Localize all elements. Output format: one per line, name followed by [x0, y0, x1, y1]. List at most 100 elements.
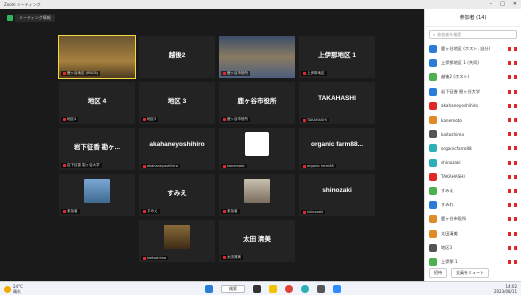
search-icon: ⌕	[433, 32, 436, 37]
edge-icon[interactable]	[301, 285, 309, 293]
camera-off-icon	[514, 188, 517, 193]
tile-label-text: organic farm88	[307, 164, 334, 168]
minimize-button[interactable]: –	[490, 1, 493, 7]
start-icon[interactable]	[205, 285, 213, 293]
participant-row[interactable]: 岩下征香 勘ヶ谷大学	[425, 85, 521, 99]
tile-name-label: 上伊那地区	[301, 71, 327, 76]
participant-avatar	[429, 144, 437, 153]
participant-status-icons	[508, 103, 517, 108]
chrome-icon[interactable]	[285, 285, 293, 293]
muted-mic-icon	[508, 118, 511, 123]
muted-mic-icon	[508, 47, 511, 52]
video-tile[interactable]: 地区 4 地区4	[59, 82, 135, 124]
participant-status-icons	[508, 203, 517, 208]
video-tile[interactable]: kaitoshima	[139, 220, 215, 262]
participant-row[interactable]: 太田清美	[425, 226, 521, 240]
participant-row[interactable]: kanemoto	[425, 113, 521, 127]
video-tile[interactable]: 鹿ヶ谷市役所	[219, 36, 295, 78]
participant-row[interactable]: shinozaki	[425, 156, 521, 170]
tile-name-label: TAKAHASHI	[301, 118, 329, 122]
participant-row[interactable]: すみえ	[425, 184, 521, 198]
video-tile[interactable]: 鹿ヶ谷地区 (RBCB)	[58, 35, 136, 79]
weather-widget[interactable]: 24°C 晴れ	[4, 284, 23, 295]
tile-label-text: 地区4	[67, 117, 77, 121]
windows-taskbar: 24°C 晴れ 検索 14:02 2023/08/11	[0, 281, 521, 295]
tile-name-label: organic farm88	[301, 164, 336, 168]
invite-button[interactable]: 招待	[429, 268, 447, 278]
participant-search-input[interactable]: ⌕ 参加者を検索	[429, 30, 517, 39]
participant-row[interactable]: すみれ	[425, 198, 521, 212]
video-tile[interactable]: 越後2	[139, 36, 215, 78]
participant-name: 岩下征香 勘ヶ谷大学	[441, 88, 481, 94]
muted-mic-icon	[508, 132, 511, 137]
muted-mic-icon	[508, 203, 511, 208]
participant-avatar	[429, 215, 437, 224]
zoom-icon[interactable]	[333, 285, 341, 293]
tile-label-text: kanemoto	[227, 164, 245, 168]
participant-avatar	[429, 116, 437, 125]
participant-row[interactable]: kaitoshima	[425, 127, 521, 141]
taskbar-search[interactable]: 検索	[221, 285, 245, 293]
participant-row[interactable]: 越後2 (ホスト)	[425, 70, 521, 84]
participant-name: 上伊那地区 1 (共同)	[441, 60, 479, 66]
video-tile[interactable]: 太田 清美 太田清美	[219, 220, 295, 262]
participant-avatar	[429, 229, 437, 238]
video-tile[interactable]: 岩下征香 勘ヶ... 岩下征香 勘ヶ谷大学	[59, 128, 135, 170]
video-tile[interactable]: 参加者	[219, 174, 295, 216]
muted-mic-icon	[508, 217, 511, 222]
camera-off-icon	[514, 118, 517, 123]
close-button[interactable]: ✕	[513, 1, 517, 7]
participant-name: shinozaki	[441, 160, 461, 166]
participant-status-icons	[508, 75, 517, 80]
participant-row[interactable]: 上伊那地区 1 (共同)	[425, 56, 521, 70]
meeting-info-bar[interactable]: ミーティング情報	[15, 14, 55, 22]
participant-status-icons	[508, 89, 517, 94]
participant-name: 鹿ヶ谷市役所	[441, 216, 467, 222]
video-tile[interactable]: 上伊那地区 1 上伊那地区	[299, 36, 375, 78]
participant-status-icons	[508, 160, 517, 165]
tile-display-name: TAKAHASHI	[318, 95, 356, 102]
video-tile[interactable]: 地区 3 地区3	[139, 82, 215, 124]
clock-date: 2023/08/11	[493, 288, 517, 294]
video-tile[interactable]: akahaneyoshihiro akahaneyoshihiro	[139, 128, 215, 170]
participant-name: 越後2 (ホスト)	[441, 74, 470, 80]
maximize-button[interactable]: □	[500, 1, 505, 7]
tile-name-label: kanemoto	[221, 164, 247, 168]
video-tile[interactable]: organic farm88... organic farm88	[299, 128, 375, 170]
video-tile[interactable]: shinozaki shinozaki	[299, 174, 375, 216]
task-view-icon[interactable]	[253, 285, 261, 293]
participant-row[interactable]: TAKAHASHI	[425, 170, 521, 184]
tile-label-text: すみえ	[147, 209, 158, 213]
participant-row[interactable]: akahaneyoshihiro	[425, 99, 521, 113]
participant-row[interactable]: 鹿ヶ谷市役所	[425, 212, 521, 226]
video-tile[interactable]: TAKAHASHI TAKAHASHI	[299, 82, 375, 124]
camera-off-icon	[514, 146, 517, 151]
camera-off-icon	[514, 231, 517, 236]
participant-name: kanemoto	[441, 117, 462, 123]
system-tray[interactable]: 14:02 2023/08/11	[493, 284, 517, 294]
participant-name: 地区3	[441, 244, 453, 250]
store-icon[interactable]	[317, 285, 325, 293]
tile-name-label: すみえ	[141, 209, 160, 214]
mute-all-button[interactable]: 全員をミュート	[451, 268, 489, 278]
tile-name-label: 参加者	[61, 209, 80, 214]
camera-off-icon	[514, 217, 517, 222]
tile-name-label: 鹿ヶ谷地区 (RBCB)	[61, 71, 100, 76]
participant-status-icons	[508, 174, 517, 179]
taskbar-apps: 検索	[205, 285, 341, 293]
participant-name: organicfarm88	[441, 145, 472, 151]
security-shield-icon[interactable]	[7, 15, 13, 21]
explorer-icon[interactable]	[269, 285, 277, 293]
muted-mic-icon	[223, 255, 226, 259]
participant-row[interactable]: 鹿ヶ谷地区 (ホスト, 自分)	[425, 42, 521, 56]
participant-row[interactable]: organicfarm88	[425, 141, 521, 155]
camera-off-icon	[514, 103, 517, 108]
tile-display-name: 太田 清美	[243, 236, 271, 243]
participant-avatar	[429, 201, 437, 210]
video-tile[interactable]: 参加者	[59, 174, 135, 216]
video-tile[interactable]: すみえ すみえ	[139, 174, 215, 216]
participant-row[interactable]: 地区3	[425, 241, 521, 255]
participant-row[interactable]: 上伊那 1	[425, 255, 521, 269]
video-tile[interactable]: 鹿ヶ谷市役所 鹿ヶ谷市役所	[219, 82, 295, 124]
video-tile[interactable]: kanemoto	[219, 128, 295, 170]
